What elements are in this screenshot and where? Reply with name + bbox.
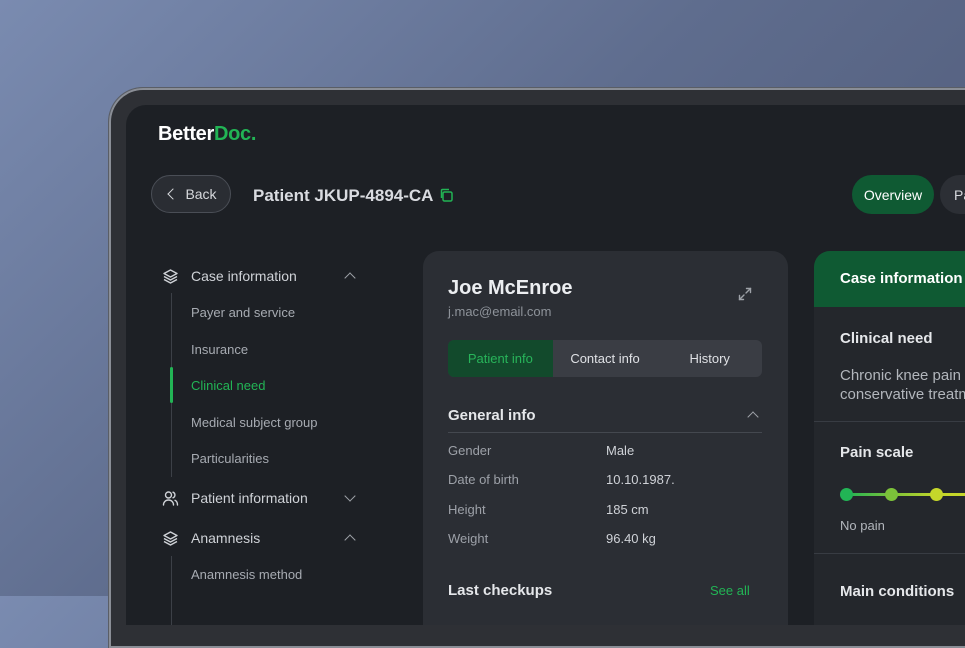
info-value-height: 185 cm [606,502,649,517]
case-information-panel: Case information Clinical need Chronic k… [814,251,965,625]
info-value-date-of-birth: 10.10.1987. [606,472,675,487]
sidebar-section-patient-information[interactable]: Patient information [162,488,308,508]
info-label-height: Height [448,502,486,517]
pain-scale-point[interactable] [840,488,853,501]
sidebar-section-anamnesis[interactable]: Anamnesis [162,528,260,548]
sidebar-section-label: Case information [191,268,297,284]
tab-contact-info[interactable]: Contact info [553,340,658,377]
case-panel-header[interactable]: Case information [814,251,965,307]
tab-patient-info[interactable]: Patient info [448,340,553,377]
sidebar-section-label: Anamnesis [191,530,261,546]
info-label-gender: Gender [448,443,492,458]
patient-card: Joe McEnroe j.mac@email.com Patient info… [423,251,788,625]
info-label-weight: Weight [448,531,489,546]
divider [814,421,965,422]
patient-email: j.mac@email.com [448,304,552,319]
tab-overview[interactable]: Overview [852,175,934,214]
clinical-need-text: Chronic knee pain f conservative treatm [840,367,965,403]
chevron-up-icon[interactable] [747,411,759,423]
chevron-left-icon [167,188,180,200]
pain-scale-point[interactable] [930,488,943,501]
patient-tabs: Patient info Contact info History [448,340,762,377]
sidebar-item-insurance[interactable]: Insurance [191,342,248,357]
chevron-down-icon[interactable] [344,490,356,502]
main-conditions-title: Main conditions [840,583,955,600]
sidebar-tree-line [171,556,172,625]
logo[interactable]: BetterDoc. [158,123,256,146]
info-value-weight: 96.40 kg [606,531,656,546]
case-panel-title: Case information [840,270,963,287]
sidebar-section-label: Patient information [191,490,308,506]
sidebar-item-clinical-need[interactable]: Clinical need [191,378,265,393]
layers-icon [163,268,178,284]
sidebar-item-payer-and-service[interactable]: Payer and service [191,305,295,320]
back-button[interactable]: Back [151,175,231,213]
expand-icon[interactable] [738,287,752,301]
back-label: Back [185,186,217,202]
pain-scale-point[interactable] [885,488,898,501]
page-title: Patient JKUP-4894-CA [253,186,434,205]
sidebar-item-medical-subject-group[interactable]: Medical subject group [191,415,317,430]
users-icon [162,490,179,506]
pain-scale-title: Pain scale [840,444,914,461]
sidebar-section-case-information[interactable]: Case information [162,266,297,286]
info-value-gender: Male [606,443,635,458]
info-label-date-of-birth: Date of birth [448,472,519,487]
pain-scale-low-label: No pain [840,518,885,533]
sidebar-item-anamnesis-method[interactable]: Anamnesis method [191,567,302,582]
sidebar-item-particularities[interactable]: Particularities [191,451,269,466]
last-checkups-title: Last checkups [448,582,553,599]
tab-next[interactable]: Pa [940,175,965,214]
general-info-title: General info [448,407,536,424]
patient-name: Joe McEnroe [448,277,573,299]
clinical-need-title: Clinical need [840,330,933,347]
active-indicator [170,367,173,403]
copy-icon[interactable] [439,188,453,202]
divider [814,553,965,554]
app-screen: BetterDoc. Back Patient JKUP-4894-CA Ove… [126,105,965,625]
chevron-up-icon[interactable] [344,534,356,546]
divider [448,432,762,433]
layers-icon [163,530,178,546]
tab-history[interactable]: History [657,340,762,377]
chevron-up-icon[interactable] [344,272,356,284]
